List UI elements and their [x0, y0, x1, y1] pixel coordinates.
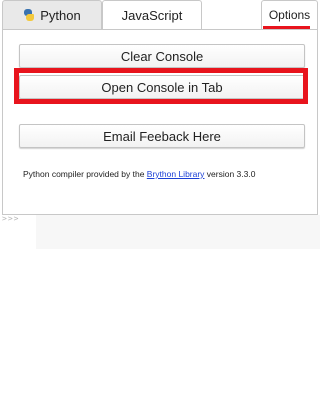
email-feedback-label: Email Feeback Here — [103, 128, 221, 144]
console-output-area[interactable] — [36, 215, 320, 249]
tab-python[interactable]: Python — [2, 0, 102, 29]
tab-bar: Python JavaScript Options — [0, 0, 320, 30]
credit-prefix: Python compiler provided by the — [23, 169, 147, 179]
email-feedback-button[interactable]: Email Feeback Here — [19, 124, 305, 148]
tab-javascript[interactable]: JavaScript — [102, 0, 202, 29]
compiler-credit: Python compiler provided by the Brython … — [23, 169, 255, 179]
tab-javascript-label: JavaScript — [121, 7, 183, 23]
python-logo-icon — [23, 9, 35, 21]
highlight-box — [14, 68, 308, 104]
clear-console-label: Clear Console — [120, 48, 204, 64]
clear-console-button[interactable]: Clear Console — [19, 44, 305, 68]
console-prompt: >>> — [2, 214, 20, 223]
credit-suffix: version 3.3.0 — [204, 169, 256, 179]
brython-library-link[interactable]: Brython Library — [147, 169, 205, 179]
tab-python-label: Python — [40, 7, 81, 23]
editor-window: Python JavaScript Options Clear Console … — [0, 0, 320, 398]
tab-options-label: Options — [268, 8, 311, 22]
tab-options[interactable]: Options — [261, 0, 318, 29]
options-panel: Clear Console Open Console in Tab Email … — [2, 29, 318, 215]
